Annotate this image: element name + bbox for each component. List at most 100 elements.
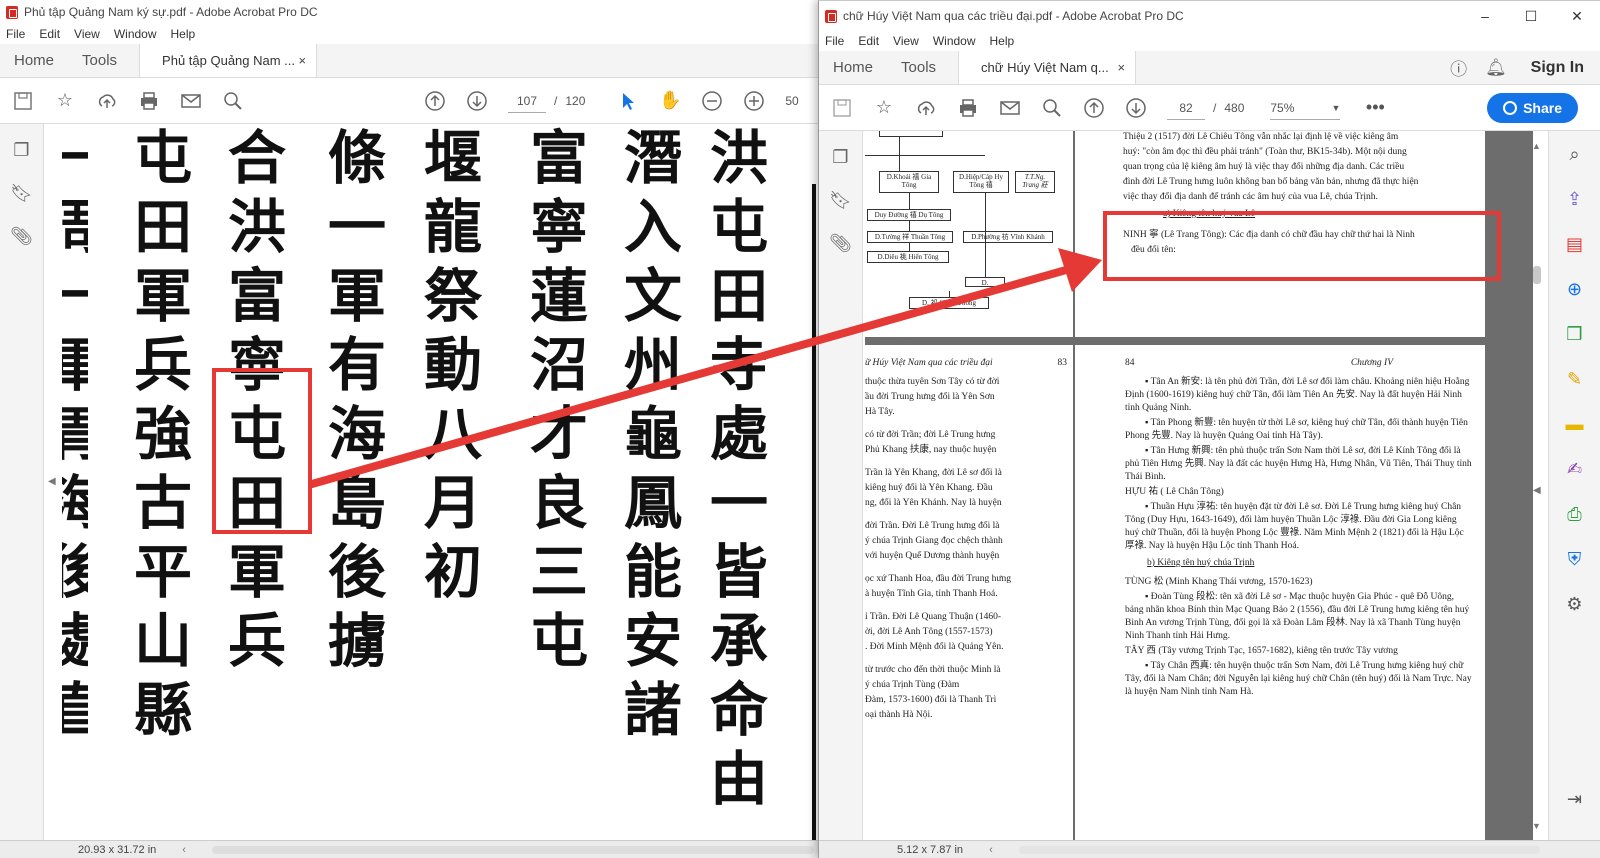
bookmark-icon[interactable]: 🔖︎ <box>829 190 852 211</box>
tab-tools[interactable]: Tools <box>68 44 131 77</box>
scroll-left-icon[interactable]: ‹ <box>989 844 993 856</box>
fill-sign-icon[interactable]: ✍ <box>1564 458 1586 480</box>
menu-view[interactable]: View <box>893 34 919 48</box>
body-text-line: đình đời Lê Trung hưng luôn không ban bố… <box>1123 177 1419 187</box>
flow-box: D. 祁 Chiêu Thống <box>909 297 989 309</box>
more-options-icon[interactable]: ••• <box>1364 97 1386 119</box>
zoom-select[interactable]: 75% ▼ <box>1270 96 1341 120</box>
flow-box: D.Tường 祥 Thuần Tông <box>867 231 953 243</box>
tab-home[interactable]: Home <box>819 51 887 84</box>
search-icon[interactable] <box>1041 97 1063 119</box>
close-window-icon[interactable]: ✕ <box>1554 8 1600 25</box>
print-icon[interactable] <box>957 97 979 119</box>
print-icon[interactable] <box>138 90 160 112</box>
close-tab-icon[interactable]: × <box>1117 60 1125 75</box>
body-text-line: Phủ Khang 扶康, nay thuộc huyện <box>865 445 997 455</box>
attachment-icon[interactable]: 📎︎ <box>829 233 852 254</box>
toolbar: ☆ 82 / 480 75% ▼ ••• Share <box>819 85 1600 131</box>
help-icon[interactable]: ⓘ <box>1450 55 1467 80</box>
left-navigation-rail: ❐ 🔖︎ 📎︎ <box>0 124 44 840</box>
section-heading: HỰU 祐 ( Lê Chân Tông) <box>1125 487 1224 497</box>
zoom-in-icon[interactable] <box>743 90 765 112</box>
flow-line <box>909 243 910 251</box>
page-number: 84 <box>1125 358 1135 368</box>
flow-line <box>985 193 986 277</box>
menu-file[interactable]: File <box>6 27 25 41</box>
share-button[interactable]: Share <box>1487 92 1578 123</box>
menu-file[interactable]: File <box>825 34 844 48</box>
upload-cloud-icon[interactable] <box>96 90 118 112</box>
create-pdf-icon[interactable]: ⊕ <box>1564 278 1586 300</box>
page-thumbnails-icon[interactable]: ❐ <box>832 147 848 168</box>
notification-bell-icon[interactable]: 🔔︎ <box>1485 58 1507 78</box>
tab-tools[interactable]: Tools <box>887 51 950 84</box>
edit-pdf-icon[interactable]: ✎ <box>1564 368 1586 390</box>
flow-box: D.Diêu 祧 Hiển Tông <box>867 251 949 263</box>
sign-in-button[interactable]: Sign In <box>1531 59 1584 77</box>
organize-pages-icon[interactable]: ▤ <box>1564 233 1586 255</box>
tab-home[interactable]: Home <box>0 44 68 77</box>
collapse-left-pane-icon[interactable]: ◀ <box>48 476 56 487</box>
email-icon[interactable] <box>180 90 202 112</box>
collapse-tools-icon[interactable]: ⇥ <box>1564 788 1586 810</box>
export-pdf-icon[interactable]: ⇪ <box>1564 188 1586 210</box>
combine-files-icon[interactable]: ❒ <box>1564 323 1586 345</box>
body-text-line: thuộc thừa tuyên Sơn Tây có từ đời <box>865 377 1000 387</box>
menu-help[interactable]: Help <box>171 27 196 41</box>
hand-tool-icon[interactable]: ✋ <box>659 90 681 112</box>
menu-edit[interactable]: Edit <box>858 34 879 48</box>
tab-bar: Home Tools Phủ tập Quảng Nam ... × <box>0 44 818 78</box>
menu-view[interactable]: View <box>74 27 100 41</box>
email-icon[interactable] <box>999 97 1021 119</box>
select-cursor-icon[interactable] <box>617 90 639 112</box>
attachment-icon[interactable]: 📎︎ <box>10 226 33 247</box>
comment-icon[interactable]: ▬ <box>1564 413 1586 435</box>
prev-page-icon[interactable] <box>1083 97 1105 119</box>
zoom-value: 75% <box>1270 100 1295 115</box>
next-page-icon[interactable] <box>466 90 488 112</box>
next-page-icon[interactable] <box>1125 97 1147 119</box>
save-icon[interactable] <box>12 90 34 112</box>
maximize-icon[interactable]: ☐ <box>1508 8 1554 25</box>
menu-edit[interactable]: Edit <box>39 27 60 41</box>
acrobat-logo-icon <box>6 5 18 19</box>
horizontal-scrollbar[interactable] <box>211 845 814 854</box>
tab-document[interactable]: chữ Húy Việt Nam q... × <box>958 51 1137 84</box>
more-tools-icon[interactable]: ⚙ <box>1564 593 1586 615</box>
page-number-input[interactable]: 82 <box>1167 96 1205 120</box>
collapse-right-pane-icon[interactable]: ◀ <box>1533 485 1541 496</box>
page-number-input[interactable]: 107 <box>508 89 546 113</box>
menu-help[interactable]: Help <box>990 34 1015 48</box>
doc-tab-label: chữ Húy Việt Nam q... <box>981 60 1109 75</box>
search-icon[interactable] <box>222 90 244 112</box>
scrollbar-thumb[interactable] <box>1533 266 1541 284</box>
scroll-down-icon[interactable]: ▼ <box>1532 821 1541 831</box>
zoom-level-partial[interactable]: 50 <box>785 94 798 108</box>
prev-page-icon[interactable] <box>424 90 446 112</box>
star-icon[interactable]: ☆ <box>54 90 76 112</box>
star-icon[interactable]: ☆ <box>873 97 895 119</box>
close-tab-icon[interactable]: × <box>298 53 306 68</box>
body-text-line: ý chúa Trịnh Tùng (Đàm <box>865 680 960 690</box>
body-paragraph: ▪ Tân An 新安: là tên phủ đời Trần, đời Lê… <box>1125 377 1470 413</box>
minimize-icon[interactable]: – <box>1462 8 1508 25</box>
text-column: 一周一軍胃海後處直 <box>62 124 88 745</box>
protect-shield-icon[interactable]: ⛨ <box>1564 548 1586 570</box>
zoom-search-icon[interactable]: ⌕ <box>1564 143 1586 165</box>
left-acrobat-window: Phủ tập Quảng Nam ký sự.pdf - Adobe Acro… <box>0 0 818 858</box>
save-icon[interactable] <box>831 97 853 119</box>
page-thumbnails-icon[interactable]: ❐ <box>13 140 29 161</box>
tab-document[interactable]: Phủ tập Quảng Nam ... × <box>139 44 318 77</box>
zoom-out-icon[interactable] <box>701 90 723 112</box>
upload-cloud-icon[interactable] <box>915 97 937 119</box>
highlight-box-right <box>1103 211 1501 281</box>
menu-window[interactable]: Window <box>933 34 976 48</box>
scroll-left-icon[interactable]: ‹ <box>182 844 186 856</box>
flow-line <box>909 221 910 231</box>
acrobat-logo-icon <box>825 9 837 23</box>
bookmark-icon[interactable]: 🔖︎ <box>10 183 33 204</box>
scroll-up-icon[interactable]: ▲ <box>1532 141 1541 151</box>
print-production-icon[interactable]: ⎙ <box>1564 503 1586 525</box>
menu-window[interactable]: Window <box>114 27 157 41</box>
horizontal-scrollbar[interactable] <box>1018 845 1540 854</box>
